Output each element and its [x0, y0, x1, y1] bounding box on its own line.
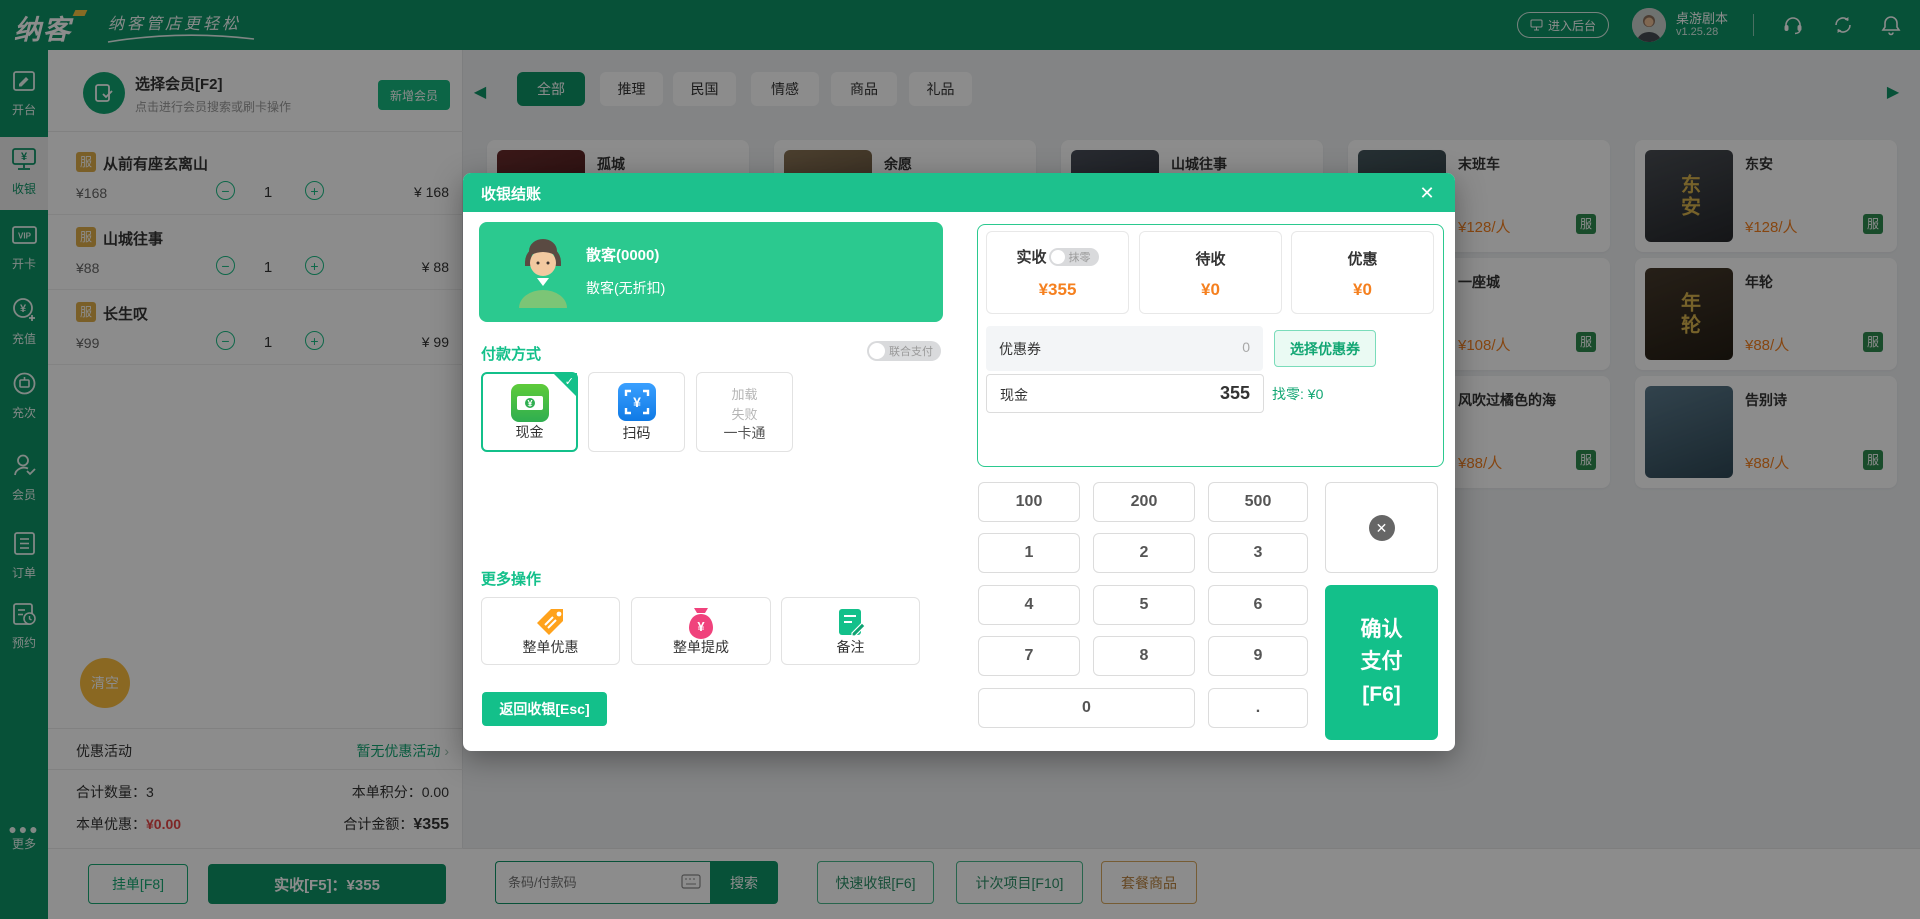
- coupon-field[interactable]: 优惠券 0: [986, 326, 1263, 371]
- backspace-key[interactable]: ✕: [1325, 482, 1438, 573]
- numpad-key-5[interactable]: 5: [1093, 585, 1195, 625]
- svg-text:¥: ¥: [697, 619, 705, 634]
- stat-discount: 优惠 ¥0: [1291, 231, 1434, 314]
- pay-section-label: 付款方式: [481, 346, 542, 363]
- remark-button[interactable]: 备注: [781, 597, 920, 665]
- whole-order-commission-button[interactable]: ¥ 整单提成: [631, 597, 771, 665]
- load-failed-text: 加载 失败: [731, 387, 758, 422]
- cash-amount-field[interactable]: 现金 355: [986, 374, 1264, 413]
- stat-pending: 待收 ¥0: [1139, 231, 1282, 314]
- cash-amount: 355: [1219, 383, 1250, 403]
- backspace-icon: ✕: [1368, 514, 1395, 541]
- modal-title: 收银结账: [481, 186, 542, 203]
- note-pen-icon: [838, 609, 866, 637]
- cash-label: 现金: [1000, 387, 1028, 403]
- coupon-count: 0: [1242, 339, 1250, 355]
- confirm-pay-button[interactable]: 确认 支付 [F6]: [1325, 585, 1438, 740]
- change-text: 找零: ¥0: [1272, 386, 1324, 402]
- modal-header: 收银结账 ✕: [463, 173, 1455, 212]
- numpad-key-dot[interactable]: .: [1208, 688, 1308, 728]
- pay-method-cash[interactable]: ¥ 现金 ✓: [481, 372, 578, 452]
- scan-code-icon: ¥: [617, 383, 656, 421]
- numpad-key-0[interactable]: 0: [978, 688, 1195, 728]
- check-icon: ✓: [564, 376, 574, 388]
- discount-tag-icon: [536, 609, 563, 635]
- received-value: ¥355: [1038, 280, 1077, 299]
- coupon-label: 优惠券: [999, 341, 1041, 357]
- money-bag-icon: ¥: [689, 608, 713, 639]
- customer-avatar: [519, 239, 567, 308]
- pending-value: ¥0: [1201, 280, 1220, 299]
- numpad-key-9[interactable]: 9: [1208, 636, 1308, 676]
- more-ops-label: 更多操作: [481, 571, 542, 588]
- numpad-key-6[interactable]: 6: [1208, 585, 1308, 625]
- checkout-modal: 收银结账 ✕ 散客(0000) 散客(无折扣) 付款方式 联合支付 ¥ 现金 ✓…: [463, 173, 1455, 751]
- numpad-key-2[interactable]: 2: [1093, 533, 1195, 573]
- numpad-key-4[interactable]: 4: [978, 585, 1080, 625]
- customer-name: 散客(0000): [586, 247, 660, 264]
- whole-order-discount-button[interactable]: 整单优惠: [481, 597, 620, 665]
- close-icon[interactable]: ✕: [1415, 181, 1439, 205]
- round-off-toggle[interactable]: 抹零: [1048, 247, 1099, 266]
- pay-method-onecard[interactable]: 加载 失败 一卡通: [696, 372, 793, 452]
- numpad-key-100[interactable]: 100: [978, 482, 1080, 522]
- cash-icon: ¥: [510, 384, 549, 422]
- discount-label: 优惠: [1347, 251, 1378, 268]
- numpad-key-1[interactable]: 1: [978, 533, 1080, 573]
- svg-text:¥: ¥: [527, 399, 532, 409]
- pay-method-scan[interactable]: ¥ 扫码: [588, 372, 685, 452]
- numpad-key-500[interactable]: 500: [1208, 482, 1308, 522]
- union-pay-toggle[interactable]: 联合支付: [867, 341, 941, 361]
- customer-card: 散客(0000) 散客(无折扣): [479, 222, 943, 322]
- payment-summary-panel: 实收 抹零 ¥355 待收 ¥0 优惠 ¥0 优惠券 0 选择优惠券 现金 35…: [977, 224, 1444, 467]
- pending-label: 待收: [1195, 251, 1226, 268]
- stat-received: 实收 抹零 ¥355: [986, 231, 1129, 314]
- pos-app: 纳客 纳客管店更轻松 进入后台 桌游剧本 v1.25.28 开台 ¥ 收银 VI…: [0, 0, 1920, 919]
- toggle-knob: [869, 343, 885, 359]
- select-coupon-button[interactable]: 选择优惠券: [1274, 330, 1376, 367]
- numpad-key-3[interactable]: 3: [1208, 533, 1308, 573]
- back-to-cashier-button[interactable]: 返回收银[Esc]: [482, 692, 607, 726]
- numpad-key-7[interactable]: 7: [978, 636, 1080, 676]
- numpad-key-200[interactable]: 200: [1093, 482, 1195, 522]
- customer-discount: 散客(无折扣): [586, 280, 666, 296]
- numpad-key-8[interactable]: 8: [1093, 636, 1195, 676]
- discount-value: ¥0: [1353, 280, 1372, 299]
- svg-text:¥: ¥: [633, 394, 641, 410]
- received-label: 实收: [1016, 249, 1047, 266]
